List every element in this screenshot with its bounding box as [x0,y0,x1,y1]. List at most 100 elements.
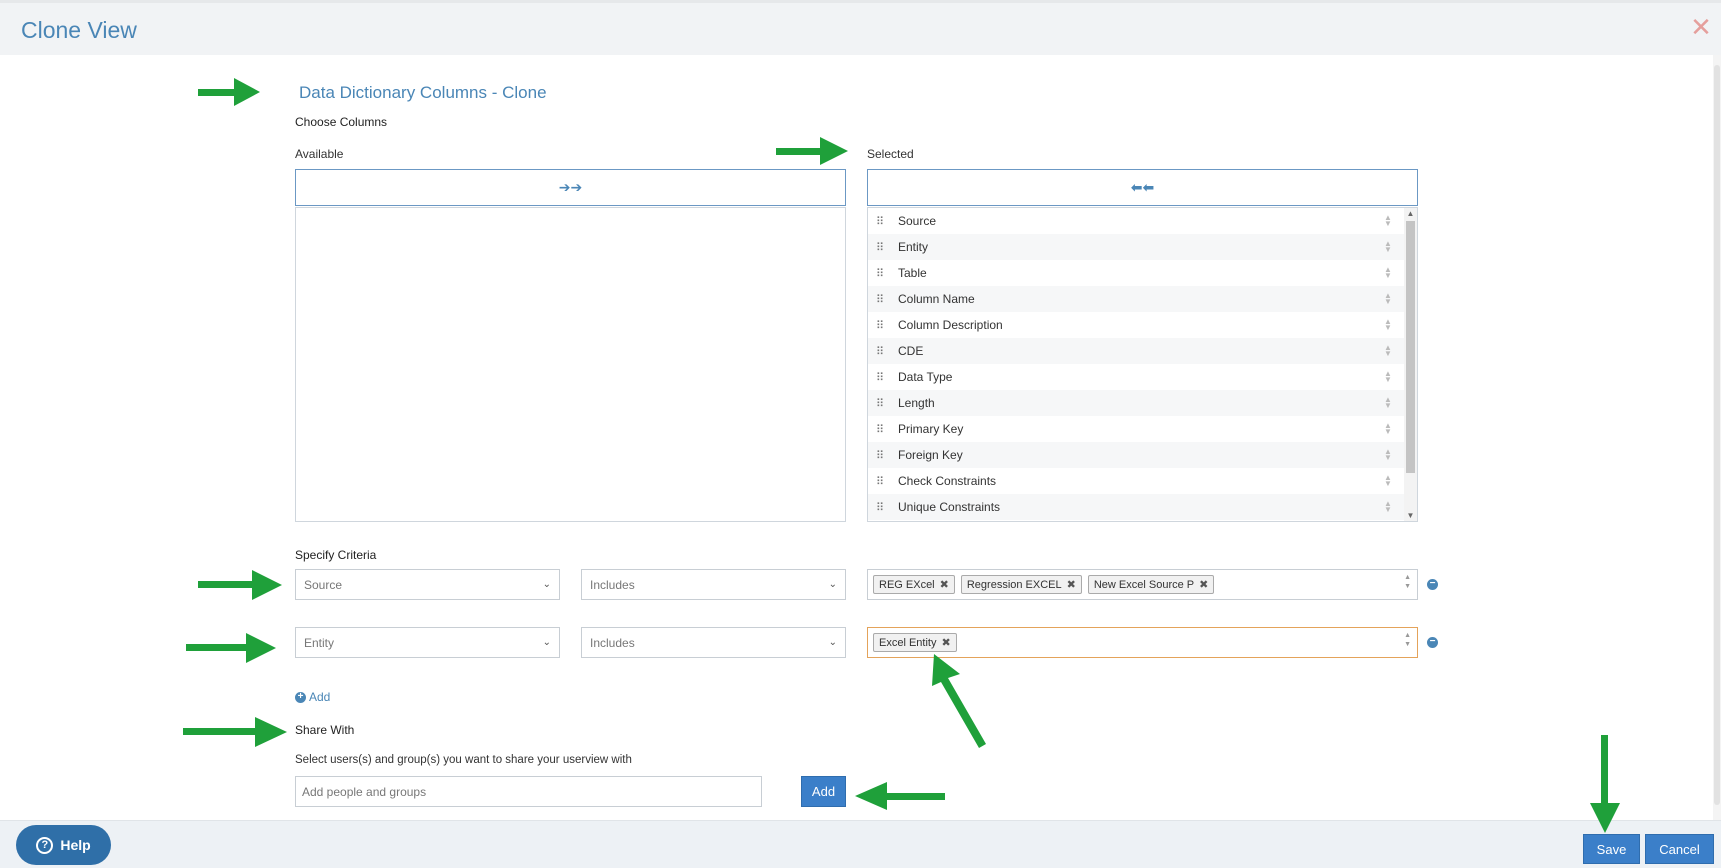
selected-column-name: Column Description [898,318,1003,332]
selected-column-item[interactable]: ⠿ Data Type ▲ ▼ [868,364,1405,390]
drag-handle-icon[interactable]: ⠿ [876,267,888,280]
remove-tag-icon[interactable]: ✖ [1067,578,1076,591]
drag-handle-icon[interactable]: ⠿ [876,501,888,514]
page-scrollbar[interactable] [1713,55,1721,820]
sort-arrows-icon[interactable]: ▲ ▼ [1381,344,1395,358]
drag-handle-icon[interactable]: ⠿ [876,475,888,488]
double-arrow-left-icon: ⬅⬅ [1130,179,1155,195]
sort-arrows-icon[interactable]: ▲ ▼ [1381,422,1395,436]
available-label: Available [295,147,344,161]
selected-column-item[interactable]: ⠿ CDE ▲ ▼ [868,338,1405,364]
sort-arrows-icon[interactable]: ▲ ▼ [1381,266,1395,280]
sort-arrows-icon[interactable]: ▲ ▼ [1381,214,1395,228]
selected-column-item[interactable]: ⠿ Primary Key ▲ ▼ [868,416,1405,442]
sort-arrows-icon[interactable]: ▲ ▼ [1381,318,1395,332]
remove-criteria-button[interactable]: − [1427,579,1438,590]
drag-handle-icon[interactable]: ⠿ [876,449,888,462]
close-icon[interactable]: ✕ [1689,14,1713,40]
selected-column-item[interactable]: ⠿ Unique Constraints ▲ ▼ [868,494,1405,520]
selected-column-item[interactable]: ⠿ Column Name ▲ ▼ [868,286,1405,312]
save-button[interactable]: Save [1583,834,1640,864]
selected-column-item[interactable]: ⠿ Source ▲ ▼ [868,208,1405,234]
scroll-down-icon[interactable]: ▼ [1404,511,1417,520]
sort-arrows-icon[interactable]: ▲ ▼ [1381,396,1395,410]
criteria-field-select[interactable]: Entity ⌄ [295,627,560,658]
sort-arrows-icon[interactable]: ▲ ▼ [1381,292,1395,306]
move-all-right-button[interactable]: ➔➔ [295,169,846,206]
selected-column-item[interactable]: ⠿ Table ▲ ▼ [868,260,1405,286]
sort-arrows-icon[interactable]: ▲ ▼ [1381,370,1395,384]
add-criteria-link[interactable]: + Add [295,690,330,704]
value-tag: New Excel Source P ✖ [1087,575,1215,594]
selected-column-name: Column Name [898,292,975,306]
choose-columns-heading: Choose Columns [295,115,388,129]
remove-tag-icon[interactable]: ✖ [1199,578,1208,591]
drag-handle-icon[interactable]: ⠿ [876,345,888,358]
selected-column-item[interactable]: ⠿ Column Description ▲ ▼ [868,312,1405,338]
selected-column-item[interactable]: ⠿ Length ▲ ▼ [868,390,1405,416]
drag-handle-icon[interactable]: ⠿ [876,423,888,436]
annotation-arrow-icon [855,782,945,810]
selected-column-name: Check Constraints [898,474,997,488]
share-add-button[interactable]: Add [801,776,846,807]
chevron-down-icon: ⌄ [828,637,837,648]
spinner-arrows-icon[interactable]: ▲ ▼ [1404,631,1411,649]
value-tag: Regression EXCEL ✖ [960,575,1082,594]
share-with-heading: Share With [295,723,355,737]
drag-handle-icon[interactable]: ⠿ [876,371,888,384]
share-people-input[interactable] [295,776,762,807]
selected-list-scrollbar-thumb[interactable] [1406,221,1415,473]
remove-criteria-button[interactable]: − [1427,637,1438,648]
plus-circle-icon: + [295,691,306,703]
selected-column-name: Length [898,396,935,410]
selected-column-name: CDE [898,344,924,358]
spinner-arrows-icon[interactable]: ▲ ▼ [1404,573,1411,591]
sort-arrows-icon[interactable]: ▲ ▼ [1381,474,1395,488]
remove-tag-icon[interactable]: ✖ [941,636,950,649]
criteria-field-value: Entity [304,635,335,650]
available-columns-list[interactable] [295,207,846,522]
help-label: Help [60,837,91,853]
selected-column-item[interactable]: ⠿ Check Constraints ▲ ▼ [868,468,1405,494]
annotation-arrow-icon [1590,735,1620,833]
page-scrollbar-thumb[interactable] [1714,65,1720,805]
annotation-arrow-icon [776,137,848,165]
view-title: Data Dictionary Columns - Clone [299,83,547,102]
selected-column-name: Table [898,266,927,280]
drag-handle-icon[interactable]: ⠿ [876,241,888,254]
cancel-button[interactable]: Cancel [1645,834,1714,864]
selected-column-name: Data Type [898,370,953,384]
selected-column-item[interactable]: ⠿ Entity ▲ ▼ [868,234,1405,260]
sort-arrows-icon[interactable]: ▲ ▼ [1381,500,1395,514]
criteria-field-select[interactable]: Source ⌄ [295,569,560,600]
help-button[interactable]: ? Help [16,825,111,865]
scroll-up-icon[interactable]: ▲ [1404,209,1417,218]
criteria-operator-select[interactable]: Includes ⌄ [581,569,846,600]
move-all-left-button[interactable]: ⬅⬅ [867,169,1418,206]
sort-arrows-icon[interactable]: ▲ ▼ [1381,448,1395,462]
criteria-operator-value: Includes [590,635,635,650]
criteria-field-value: Source [304,577,343,592]
selected-column-name: Primary Key [898,422,964,436]
selected-label: Selected [867,147,914,161]
value-tag: Excel Entity ✖ [873,633,957,652]
dialog-title: Clone View [21,17,137,43]
selected-list-scrollbar[interactable]: ▲ ▼ [1404,208,1417,521]
remove-tag-icon[interactable]: ✖ [940,578,949,591]
selected-columns-list[interactable]: ⠿ Source ▲ ▼ ⠿ Entity ▲ ▼ ⠿ Table ▲ ▼ ⠿ Col… [867,207,1418,522]
double-arrow-right-icon: ➔➔ [558,179,583,195]
add-criteria-label: Add [309,690,331,704]
sort-arrows-icon[interactable]: ▲ ▼ [1381,240,1395,254]
drag-handle-icon[interactable]: ⠿ [876,215,888,228]
criteria-operator-select[interactable]: Includes ⌄ [581,627,846,658]
question-icon: ? [36,836,54,854]
chevron-down-icon: ⌄ [542,579,551,590]
drag-handle-icon[interactable]: ⠿ [876,293,888,306]
criteria-operator-value: Includes [590,577,635,592]
selected-column-item[interactable]: ⠿ Foreign Key ▲ ▼ [868,442,1405,468]
value-tag: REG EXcel ✖ [873,575,955,594]
drag-handle-icon[interactable]: ⠿ [876,397,888,410]
annotation-arrow-icon [198,78,260,106]
criteria-values-input[interactable]: REG EXcel ✖ Regression EXCEL ✖ New Excel S… [867,569,1418,600]
drag-handle-icon[interactable]: ⠿ [876,319,888,332]
